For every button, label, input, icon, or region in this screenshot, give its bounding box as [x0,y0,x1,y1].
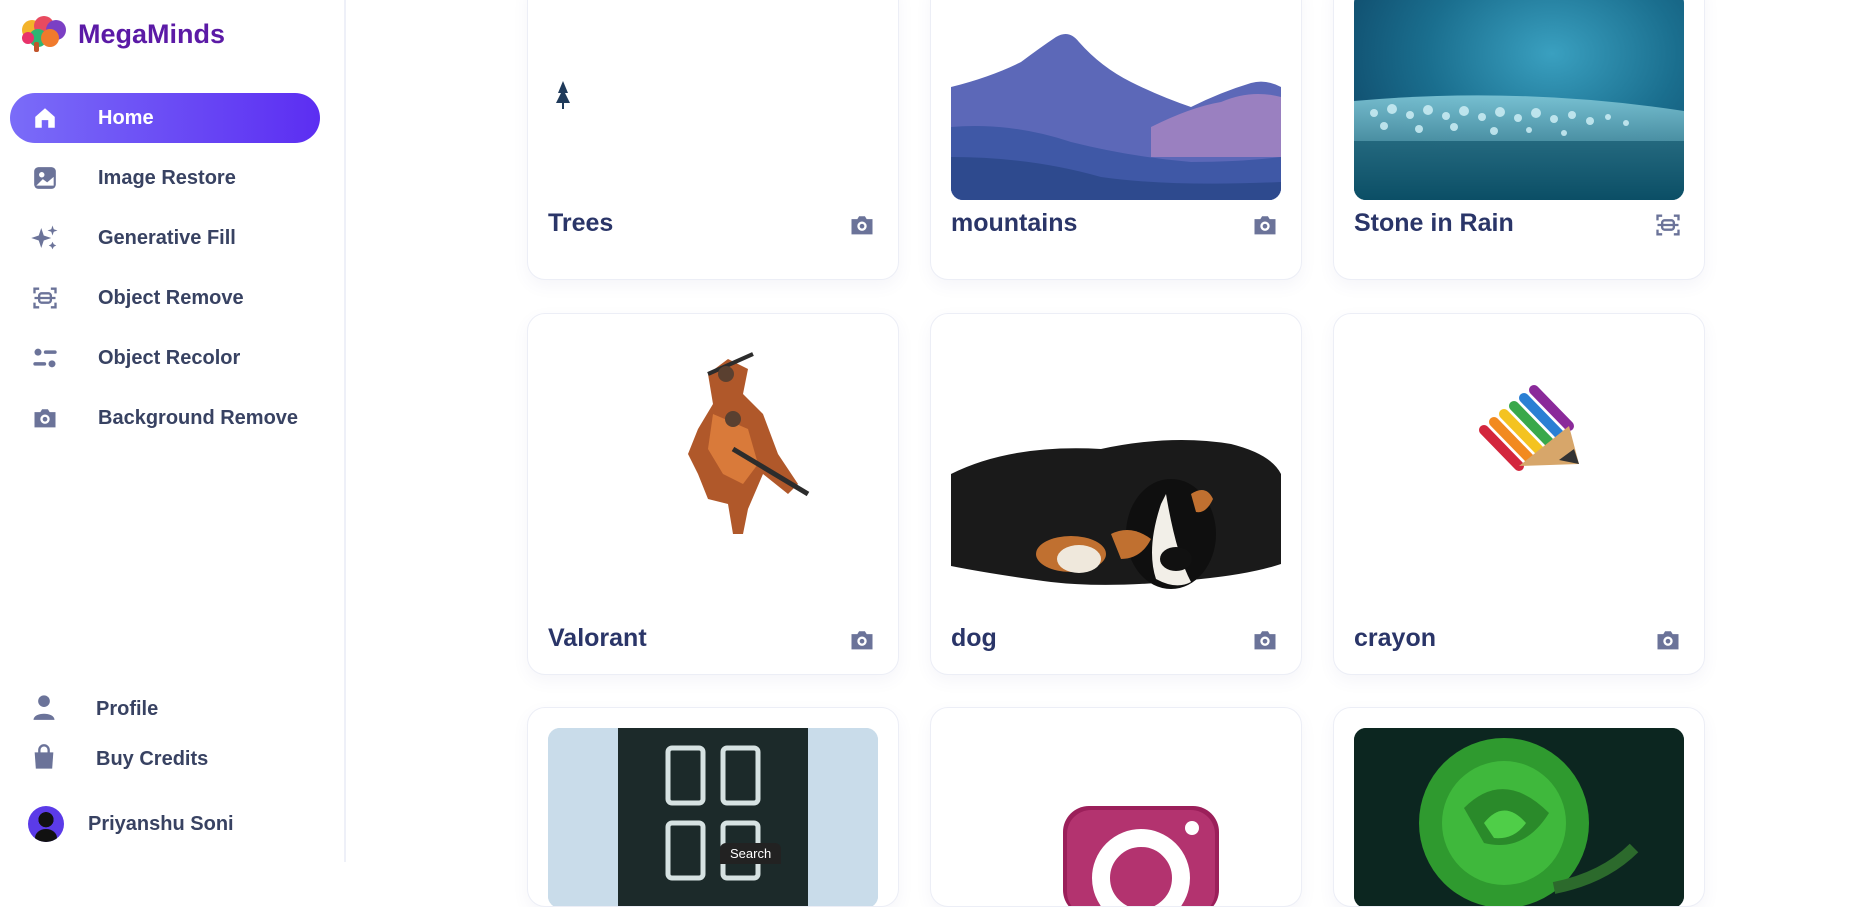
user-name: Priyanshu Soni [88,812,234,835]
image-card-valorant[interactable]: Valorant [527,313,899,675]
stars-icon [30,223,60,253]
nav-item-label: Object Remove [98,286,244,309]
app-name: MegaMinds [78,18,226,49]
nav-item-buy-credits[interactable]: Buy Credits [10,736,320,782]
image-thumbnail [1354,0,1684,200]
camera-icon[interactable] [1251,626,1279,654]
nav-item-label: Generative Fill [98,226,236,249]
image-thumbnail [1354,334,1684,594]
card-title: crayon [1354,624,1436,652]
nav-item-label: Image Restore [98,166,236,189]
nav-item-home[interactable]: Home [10,93,320,143]
image-card-crayon[interactable]: crayon [1333,313,1705,675]
camera-icon[interactable] [1654,626,1682,654]
card-title: dog [951,624,997,652]
sidebar: MegaMinds Home Image Restore Generative … [0,0,346,862]
nav-item-label: Background Remove [98,406,299,429]
image-thumbnail [548,728,878,906]
bottom-nav: Profile Buy Credits [10,686,320,782]
camera-icon[interactable] [848,626,876,654]
image-thumbnail [951,17,1281,200]
nav-item-background-remove[interactable]: Background Remove [10,393,320,443]
scan-icon [30,283,60,313]
card-title: Valorant [548,624,647,652]
nav-item-object-remove[interactable]: Object Remove [10,273,320,323]
image-thumbnail [951,728,1281,906]
nav-item-profile[interactable]: Profile [10,686,320,732]
nav-item-label: Object Recolor [98,346,241,369]
home-icon [30,103,60,133]
nav-item-object-recolor[interactable]: Object Recolor [10,333,320,383]
profile-label: Profile [96,697,159,720]
avatar [28,806,64,842]
nav-item-image-restore[interactable]: Image Restore [10,153,320,203]
card-title: Trees [548,209,614,237]
image-thumbnail [1354,728,1684,906]
camera-icon[interactable] [1251,211,1279,239]
image-card-dog[interactable]: dog [930,313,1302,675]
nav-item-label: Home [98,106,154,129]
shopping-bag-icon [30,743,58,776]
buy-credits-label: Buy Credits [96,747,209,770]
image-thumbnail [548,334,878,594]
scan-icon[interactable] [1654,211,1682,239]
camera-icon[interactable] [848,211,876,239]
search-tooltip: Search [720,843,782,864]
image-card-trees[interactable]: Trees [527,0,899,280]
app-logo[interactable]: MegaMinds [18,14,225,54]
image-card-instagram[interactable] [930,707,1302,907]
image-card-green-rose[interactable] [1333,707,1705,907]
camera-icon [30,403,60,433]
image-icon [30,163,60,193]
image-card-mountains[interactable]: mountains [930,0,1302,280]
main-nav: Home Image Restore Generative Fill Objec… [10,93,320,453]
user-icon [30,693,58,726]
card-title: mountains [951,209,1078,237]
filter-icon [30,343,60,373]
image-thumbnail [548,17,878,197]
brain-logo-icon [18,14,70,54]
card-title: Stone in Rain [1354,209,1514,237]
user-account[interactable]: Priyanshu Soni [28,806,234,842]
image-thumbnail [951,334,1281,594]
image-card-door[interactable] [527,707,899,907]
nav-item-generative-fill[interactable]: Generative Fill [10,213,320,263]
image-card-stone-in-rain[interactable]: Stone in Rain [1333,0,1705,280]
